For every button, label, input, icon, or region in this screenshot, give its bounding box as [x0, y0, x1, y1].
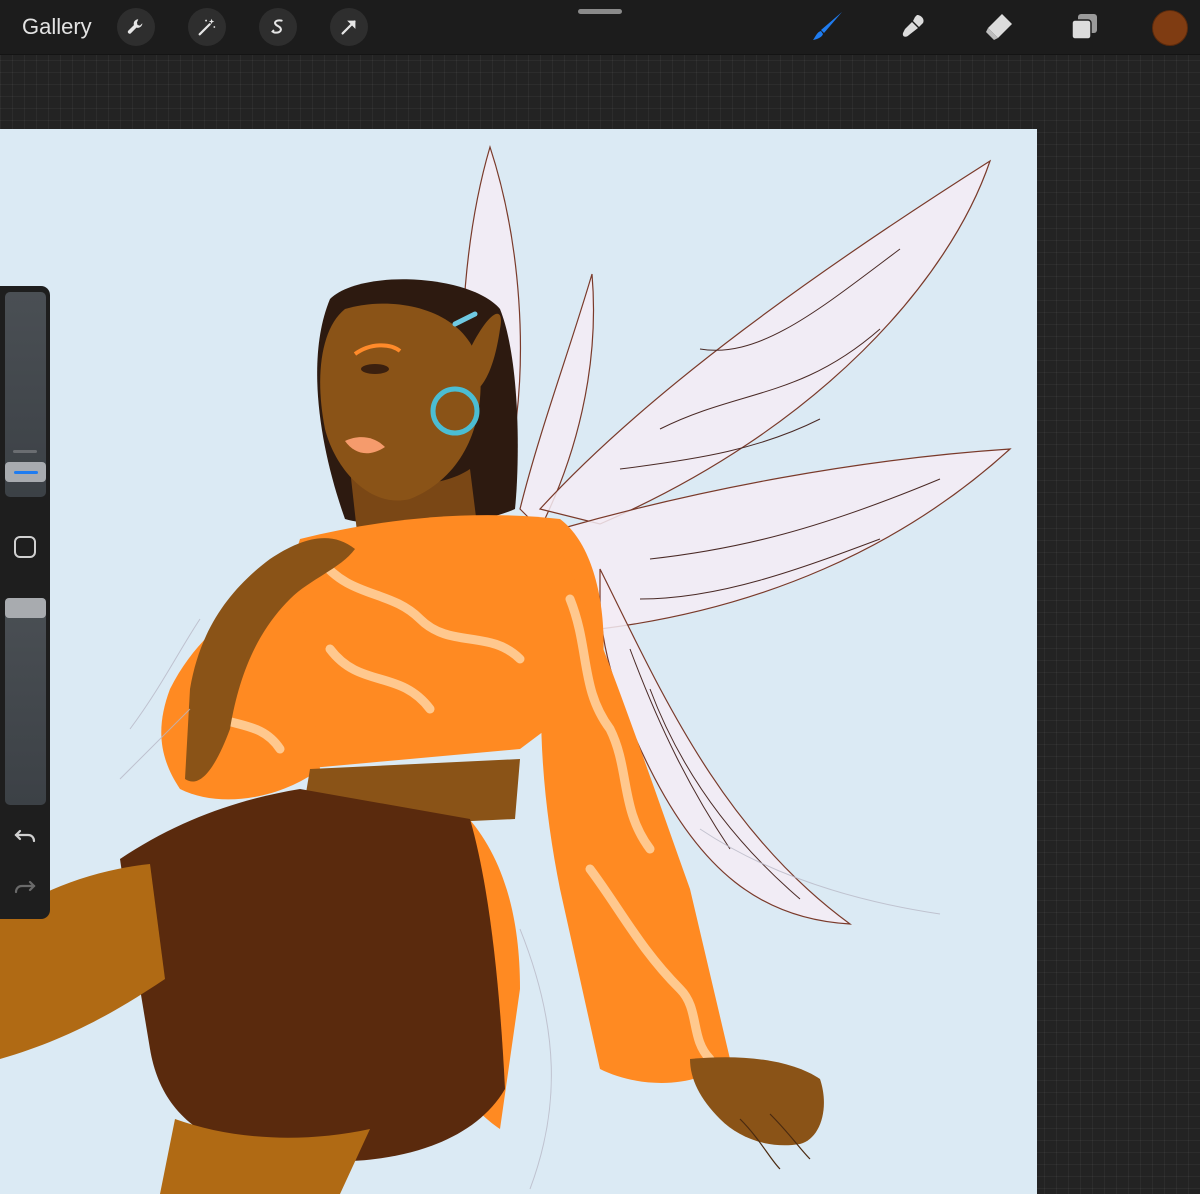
- modify-button-icon: [14, 536, 36, 558]
- smudge-icon: [902, 15, 924, 37]
- smudge-button[interactable]: [895, 9, 931, 45]
- transform-button[interactable]: [330, 8, 368, 46]
- lower-hand: [690, 1057, 824, 1146]
- brush-size-thumb[interactable]: [5, 462, 46, 482]
- opacity-slider[interactable]: [5, 598, 46, 805]
- top-toolbar: Gallery: [0, 0, 1200, 55]
- layers-icon: [1071, 14, 1097, 40]
- skirt: [120, 789, 505, 1162]
- brush-button[interactable]: [810, 9, 846, 45]
- fairy-illustration: [0, 144, 1012, 1194]
- active-indicator: [13, 470, 38, 474]
- layers-button[interactable]: [1066, 9, 1102, 45]
- wrench-icon: [127, 19, 143, 34]
- selection-icon: [271, 19, 283, 34]
- drawing-canvas[interactable]: [0, 129, 1037, 1194]
- undo-button[interactable]: [9, 820, 41, 852]
- gallery-button[interactable]: Gallery: [22, 14, 92, 40]
- magic-wand-icon: [198, 18, 216, 36]
- actions-button[interactable]: [117, 8, 155, 46]
- selection-button[interactable]: [259, 8, 297, 46]
- redo-icon: [14, 880, 36, 894]
- window-grabber[interactable]: [578, 9, 622, 14]
- color-picker-swatch[interactable]: [1152, 10, 1188, 46]
- eye: [361, 364, 389, 374]
- eraser-icon: [986, 14, 1012, 40]
- redo-button[interactable]: [9, 871, 41, 903]
- size-marker: [13, 450, 37, 453]
- opacity-thumb[interactable]: [5, 598, 46, 618]
- eraser-button[interactable]: [980, 9, 1016, 45]
- undo-icon: [14, 829, 36, 843]
- brush-sidebar: [0, 286, 50, 919]
- brush-icon: [813, 12, 842, 40]
- adjustments-button[interactable]: [188, 8, 226, 46]
- modify-button[interactable]: [9, 531, 41, 563]
- transform-arrow-icon: [341, 20, 356, 35]
